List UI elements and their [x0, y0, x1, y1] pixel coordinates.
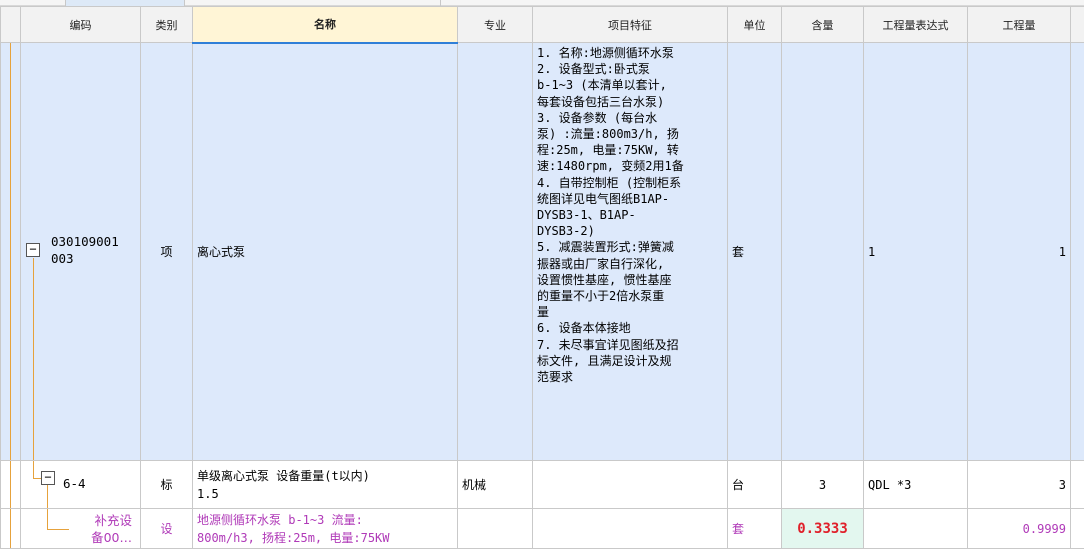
- feature-lines: 1. 名称:地源侧循环水泵 2. 设备型式:卧式泵 b-1~3 (本清单以套计, 每套…: [537, 45, 723, 385]
- header-specialty[interactable]: 专业: [457, 6, 533, 43]
- header-code[interactable]: 编码: [20, 6, 141, 43]
- feature-line: 7. 未尽事宜详见图纸及招: [537, 337, 679, 352]
- feature-line: 的重量不小于2倍水泵重: [537, 289, 665, 304]
- item-specialty[interactable]: [457, 42, 533, 461]
- equipment-name-line1: 地源侧循环水泵 b-1~3 流量:: [197, 512, 363, 527]
- row-gutter: [0, 508, 21, 549]
- feature-line: DYSB3-2): [537, 224, 595, 239]
- feature-line: 1. 名称:地源侧循环水泵: [537, 46, 674, 60]
- feature-line: 量: [537, 305, 550, 320]
- item-quantity[interactable]: 1: [967, 42, 1071, 461]
- header-expression[interactable]: 工程量表达式: [863, 6, 968, 43]
- header-quantity[interactable]: 工程量: [967, 6, 1071, 43]
- item-category: 项: [140, 42, 193, 461]
- quota-expression[interactable]: QDL *3: [863, 460, 968, 509]
- header-scroll-gutter: [1070, 6, 1084, 43]
- collapse-toggle-icon[interactable]: −: [26, 243, 40, 257]
- equipment-quantity[interactable]: 0.9999: [967, 508, 1071, 549]
- equipment-features[interactable]: [532, 508, 728, 549]
- feature-line: 5. 减震装置形式:弹簧减: [537, 240, 674, 255]
- quota-name-line2: 1.5: [197, 486, 219, 501]
- equipment-content[interactable]: 0.3333: [781, 508, 864, 549]
- header-gutter: [0, 6, 21, 43]
- feature-line: 统图详见电气图纸B1AP-: [537, 191, 670, 206]
- quota-quantity[interactable]: 3: [967, 460, 1071, 509]
- tree-branch-line: [47, 509, 48, 529]
- item-expression[interactable]: 1: [863, 42, 968, 461]
- tree-branch-line: [33, 258, 34, 460]
- collapse-toggle-icon[interactable]: −: [41, 471, 55, 485]
- quota-unit[interactable]: 台: [727, 460, 782, 509]
- equipment-specialty[interactable]: [457, 508, 533, 549]
- header-name[interactable]: 名称: [192, 6, 458, 44]
- item-features[interactable]: 1. 名称:地源侧循环水泵 2. 设备型式:卧式泵 b-1~3 (本清单以套计, 每套…: [532, 42, 728, 461]
- feature-line: DYSB3-1、B1AP-: [537, 208, 636, 223]
- item-unit[interactable]: 套: [727, 42, 782, 461]
- equipment-unit[interactable]: 套: [727, 508, 782, 549]
- feature-line: 程:25m, 电量:75KW, 转: [537, 143, 679, 158]
- equipment-expression[interactable]: [863, 508, 968, 549]
- feature-line: 标文件, 且满足设计及规: [537, 353, 672, 368]
- tree-branch-line: [33, 461, 34, 478]
- item-code: 030109001 003: [51, 233, 119, 267]
- table-row-quota[interactable]: − 6-4 标 单级离心式泵 设备重量(t以内) 1.5 机械 台 3 QDL …: [0, 460, 1084, 509]
- equipment-name-line2: 800m/h3, 扬程:25m, 电量:75KW: [197, 530, 390, 545]
- table-row-equipment[interactable]: 补充设 备00… 设 地源侧循环水泵 b-1~3 流量: 800m/h3, 扬程…: [0, 508, 1084, 549]
- tree-guide-line: [10, 509, 11, 548]
- header-features[interactable]: 项目特征: [532, 6, 728, 43]
- feature-line: 3. 设备参数 (每台水: [537, 110, 658, 125]
- feature-line: 6. 设备本体接地: [537, 321, 631, 336]
- quota-code: 6-4: [63, 476, 86, 491]
- row-scroll-gutter: [1070, 508, 1084, 549]
- header-content[interactable]: 含量: [781, 6, 864, 43]
- item-code-line: 030109001: [51, 234, 119, 249]
- equipment-name[interactable]: 地源侧循环水泵 b-1~3 流量: 800m/h3, 扬程:25m, 电量:75…: [192, 508, 458, 549]
- quota-name-line1: 单级离心式泵 设备重量(t以内): [197, 468, 370, 483]
- quota-features[interactable]: [532, 460, 728, 509]
- feature-line: 设置惯性基座, 惯性基座: [537, 272, 672, 287]
- tree-branch-line: [33, 478, 41, 479]
- feature-line: 每套设备包括三台水泵): [537, 94, 665, 109]
- equipment-category: 设: [140, 508, 193, 549]
- header-category[interactable]: 类别: [140, 6, 193, 43]
- equipment-code: 补充设 备00…: [91, 512, 132, 546]
- tree-guide-line: [10, 43, 11, 460]
- item-code-line: 003: [51, 251, 74, 266]
- item-content[interactable]: [781, 42, 864, 461]
- feature-line: 速:1480rpm, 变频2用1备: [537, 159, 684, 174]
- header-row: 编码 类别 名称 专业 项目特征 单位 含量 工程量表达式 工程量: [0, 6, 1084, 44]
- feature-line: 范要求: [537, 370, 574, 385]
- header-unit[interactable]: 单位: [727, 6, 782, 43]
- quota-category: 标: [140, 460, 193, 509]
- feature-line: 2. 设备型式:卧式泵: [537, 62, 650, 77]
- item-code-cell[interactable]: − 030109001 003: [20, 42, 141, 461]
- quota-specialty[interactable]: 机械: [457, 460, 533, 509]
- feature-line: 振器或由厂家自行深化,: [537, 256, 665, 271]
- row-scroll-gutter: [1070, 460, 1084, 509]
- row-gutter: [0, 42, 21, 461]
- row-gutter: [0, 460, 21, 509]
- tree-branch-line: [47, 485, 48, 508]
- feature-line: 泵) :流量:800m3/h, 扬: [537, 127, 679, 142]
- feature-line: b-1~3 (本清单以套计,: [537, 78, 667, 93]
- row-scroll-gutter: [1070, 42, 1084, 461]
- equipment-code-line1: 补充设: [94, 513, 132, 528]
- quota-content[interactable]: 3: [781, 460, 864, 509]
- table-row-item[interactable]: − 030109001 003 项 离心式泵 1. 名称:地源侧循环水泵 2. 设备…: [0, 42, 1084, 461]
- quota-code-cell[interactable]: − 6-4: [20, 460, 141, 509]
- equipment-code-line2: 备00…: [91, 530, 132, 545]
- item-name[interactable]: 离心式泵: [192, 42, 458, 461]
- equipment-code-cell[interactable]: 补充设 备00…: [20, 508, 141, 549]
- quota-name[interactable]: 单级离心式泵 设备重量(t以内) 1.5: [192, 460, 458, 509]
- feature-line: 4. 自带控制柜 (控制柜系: [537, 175, 682, 190]
- tree-branch-line: [47, 529, 69, 530]
- tree-guide-line: [10, 461, 11, 508]
- bill-of-quantities-grid: 编码 类别 名称 专业 项目特征 单位 含量 工程量表达式 工程量 − 0301…: [0, 6, 1084, 549]
